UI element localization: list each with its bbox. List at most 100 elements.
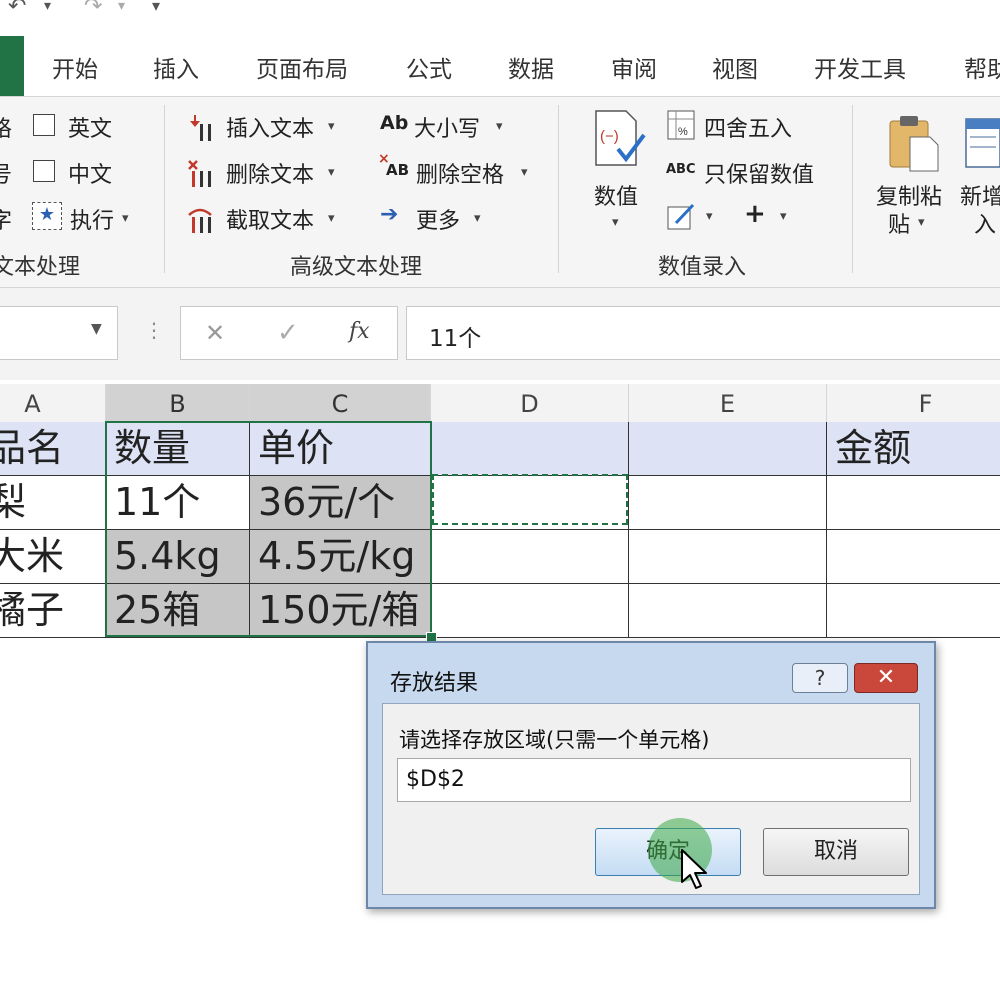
cancel-label: 取消 <box>813 839 858 864</box>
chinese-checkbox[interactable] <box>33 160 55 182</box>
range-input[interactable]: $D$2 <box>397 758 911 802</box>
extract-text-button[interactable]: 截取文本 ▾ <box>186 203 341 235</box>
edit-button[interactable]: ▾ <box>666 201 726 233</box>
cell-d2[interactable] <box>431 476 629 530</box>
dialog-body: 请选择存放区域(只需一个单元格) $D$2 确定 取消 <box>382 703 920 895</box>
plus-button[interactable]: + ▾ <box>744 199 798 233</box>
tab-insert[interactable]: 插入 <box>153 50 199 84</box>
english-checkbox-label: 英文 <box>68 117 113 142</box>
english-checkbox[interactable] <box>33 114 55 136</box>
execute-label: 执行 <box>70 209 115 234</box>
chevron-down-icon: ▾ <box>474 211 481 226</box>
cell-a3[interactable]: 大米 <box>0 530 106 584</box>
remove-spaces-button[interactable]: × AB 删除空格 ▾ <box>378 151 533 189</box>
cell-f1[interactable]: 金额 <box>827 422 1000 476</box>
cell-e1[interactable] <box>629 422 827 476</box>
column-header-c[interactable]: C <box>250 384 431 422</box>
undo-icon[interactable]: ↶ <box>8 0 26 19</box>
cell-f3[interactable] <box>827 530 1000 584</box>
more-button[interactable]: ➔ 更多 ▾ <box>380 202 490 235</box>
chevron-down-icon: ▾ <box>918 215 925 230</box>
cell-b3[interactable]: 5.4kg <box>106 530 250 584</box>
redo-icon[interactable]: ↷ <box>84 0 102 19</box>
cell-d1[interactable] <box>431 422 629 476</box>
extract-text-icon <box>188 208 212 233</box>
insert-function-icon[interactable]: fx <box>349 319 370 344</box>
cell-a2[interactable]: 梨 <box>0 476 106 530</box>
cell-b1[interactable]: 数量 <box>106 422 250 476</box>
cell-a4[interactable]: 橘子 <box>0 584 106 638</box>
svg-text:%: % <box>678 126 688 138</box>
tab-help[interactable]: 帮助 <box>964 50 1000 84</box>
chevron-down-icon[interactable]: ▾ <box>152 0 160 15</box>
cell-b4[interactable]: 25箱 <box>106 584 250 638</box>
cell-c1[interactable]: 单价 <box>250 422 431 476</box>
column-header-d[interactable]: D <box>431 384 629 422</box>
formula-value: 11个 <box>429 326 482 352</box>
new-insert-label-line2: 入 <box>974 213 997 238</box>
new-insert-button[interactable]: 新增 入 <box>958 109 1000 239</box>
tab-review[interactable]: 审阅 <box>611 50 657 84</box>
more-options-icon[interactable]: ⋮ <box>144 318 164 342</box>
cell-d3[interactable] <box>431 530 629 584</box>
cell-f2[interactable] <box>827 476 1000 530</box>
copy-paste-label-line2: 贴 <box>888 213 911 238</box>
new-insert-icon <box>965 118 1000 168</box>
cell-a1[interactable]: 品名 <box>0 422 106 476</box>
name-box[interactable]: ▼ <box>0 306 118 360</box>
group1-label: 文本处理 <box>0 255 81 280</box>
chevron-down-icon: ▾ <box>328 165 335 180</box>
tab-formulas[interactable]: 公式 <box>406 50 452 84</box>
remove-spaces-icon: AB <box>386 161 410 179</box>
cell-e4[interactable] <box>629 584 827 638</box>
cell-f4[interactable] <box>827 584 1000 638</box>
insert-text-button[interactable]: 插入文本 ▾ <box>186 111 341 143</box>
delete-text-icon <box>188 160 211 187</box>
tab-view[interactable]: 视图 <box>712 50 758 84</box>
formula-input[interactable]: 11个 <box>406 306 1000 360</box>
close-icon: ✕ <box>876 665 896 690</box>
insert-text-icon <box>190 115 211 141</box>
delete-text-button[interactable]: 删除文本 ▾ <box>186 157 341 189</box>
round-button[interactable]: % 四舍五入 <box>666 109 816 143</box>
tab-file[interactable] <box>0 36 24 96</box>
case-button[interactable]: Ab 大小写 ▾ <box>380 111 510 143</box>
cancel-button[interactable]: 取消 <box>763 828 909 876</box>
redo-dropdown-icon[interactable]: ▾ <box>118 0 125 14</box>
tab-home[interactable]: 开始 <box>52 50 98 84</box>
column-header-a[interactable]: A <box>0 384 106 422</box>
close-button[interactable]: ✕ <box>854 663 918 693</box>
mouse-cursor-icon <box>681 849 707 889</box>
tab-developer[interactable]: 开发工具 <box>814 50 906 84</box>
group2-label: 高级文本处理 <box>290 255 423 280</box>
cancel-icon[interactable]: ✕ <box>205 319 225 347</box>
ok-button[interactable]: 确定 <box>595 828 741 876</box>
round-label: 四舍五入 <box>704 117 793 142</box>
more-label: 更多 <box>416 209 461 234</box>
column-header-e[interactable]: E <box>629 384 827 422</box>
keep-numbers-button[interactable]: ABC 只保留数值 <box>666 157 831 189</box>
cell-b2[interactable]: 11个 <box>106 476 250 530</box>
undo-dropdown-icon[interactable]: ▾ <box>44 0 51 14</box>
range-input-value: $D$2 <box>406 767 465 792</box>
chevron-down-icon[interactable]: ▼ <box>91 321 102 337</box>
cell-c4[interactable]: 150元/箱 <box>250 584 431 638</box>
cell-d4[interactable] <box>431 584 629 638</box>
tab-page-layout[interactable]: 页面布局 <box>256 50 348 84</box>
edit-icon <box>667 203 695 230</box>
column-header-b[interactable]: B <box>106 384 250 422</box>
group-separator <box>164 105 165 273</box>
insert-text-label: 插入文本 <box>226 117 315 142</box>
copy-paste-button[interactable]: 复制粘 贴 ▾ <box>874 109 954 239</box>
round-icon: % <box>667 110 695 140</box>
column-header-f[interactable]: F <box>827 384 1000 422</box>
cell-c3[interactable]: 4.5元/kg <box>250 530 431 584</box>
group1-row-label: 号 <box>0 163 13 188</box>
numeric-button[interactable]: (−) 数值 ▾ <box>588 109 650 234</box>
confirm-icon[interactable]: ✓ <box>277 318 299 348</box>
help-button[interactable]: ? <box>792 663 848 693</box>
cell-e3[interactable] <box>629 530 827 584</box>
cell-e2[interactable] <box>629 476 827 530</box>
tab-data[interactable]: 数据 <box>508 50 554 84</box>
cell-c2[interactable]: 36元/个 <box>250 476 431 530</box>
